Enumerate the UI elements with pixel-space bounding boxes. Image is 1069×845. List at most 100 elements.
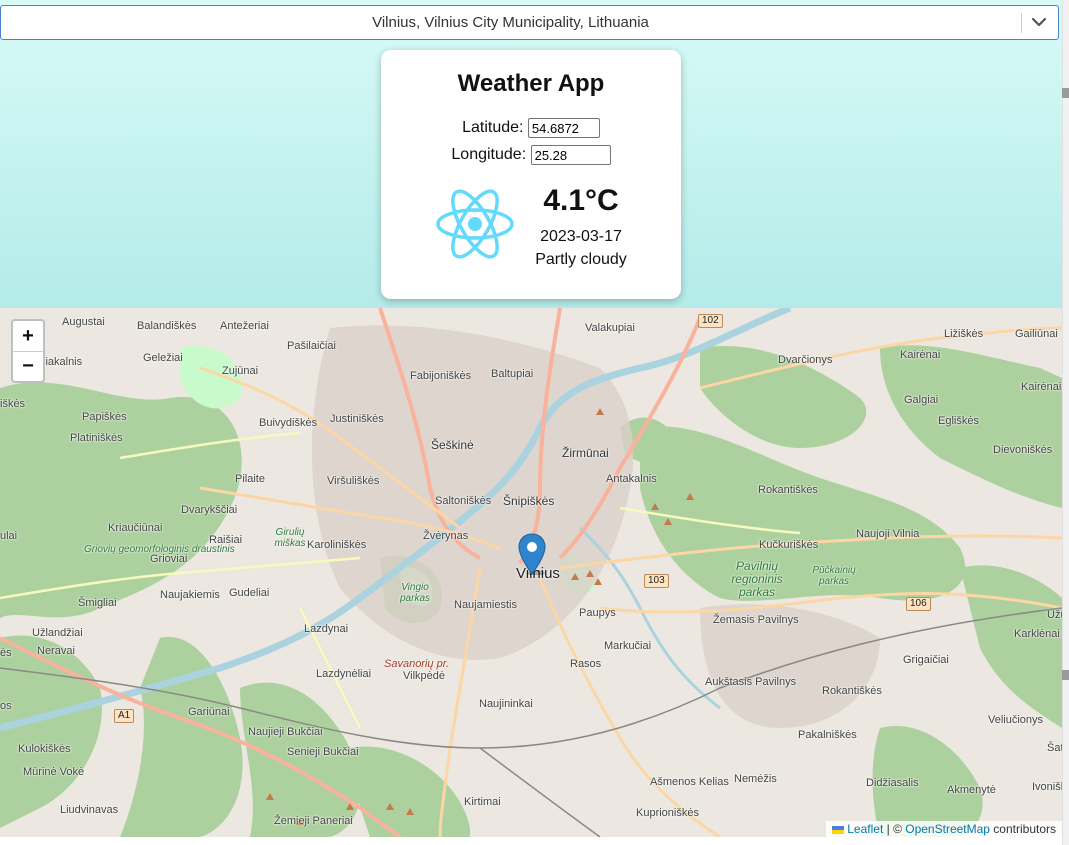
map-pin-icon[interactable] [518,533,546,575]
map-label: Viršuliškės [327,475,380,487]
map-label: iškės [0,398,26,410]
map-label: Rasos [570,658,602,670]
map-label: Kairėnai [1021,381,1062,393]
map-label: Vilkpėdė [403,670,445,682]
map-label: Geležiai [143,352,183,364]
longitude-label: Longitude: [451,146,527,164]
map-label: Antežeriai [220,320,269,332]
road-number: 102 [698,314,723,328]
road-number: 103 [644,574,669,588]
map-label: Lazdynėliai [316,668,372,680]
ukraine-flag-icon [832,825,845,834]
map-label: ės [0,647,12,659]
road-number: 106 [906,597,931,611]
map-label: Aukštasis Pavilnys [705,676,797,688]
map-label: Naujamiestis [454,599,517,611]
map-label: os [0,700,12,712]
park-label: Pavilnių regioninis parkas [731,559,783,599]
map-label: Galgiai [904,394,939,406]
park-label: Griovių geomorfologinis draustinis [84,544,235,555]
longitude-row: Longitude: [381,145,681,165]
map-label: Veliučionys [988,714,1044,726]
map-label: Pakalniškės [798,729,857,741]
map-label: Žemieji Paneriai [274,815,353,827]
map-label: Naujininkai [479,698,533,710]
attribution-suffix: contributors [989,822,1056,836]
map-label: Karklėnai [1014,628,1060,640]
map-label: Žvėrynas [423,530,469,542]
map-label: Žemasis Pavilnys [713,614,799,626]
map-label: Naujieji Bukčiai [248,726,323,738]
map-label: Dvarykščiai [181,504,238,516]
map-label: Žirmūnai [562,446,609,460]
map-label: Užlandžiai [32,627,83,639]
map-label: Paupys [579,607,616,619]
park-label: Vingio parkas [399,582,430,604]
map-label: Dievoniškės [993,444,1053,456]
map-label: Pašilaičiai [287,340,336,352]
latitude-row: Latitude: [381,118,681,138]
map-label: Akmenytė [947,784,996,796]
location-select[interactable]: Vilnius, Vilnius City Municipality, Lith… [0,5,1059,40]
map-label: Neravai [37,645,75,657]
scrollbar-track[interactable] [1062,0,1069,845]
road-number: A1 [114,709,135,723]
map-label: Šat [1047,742,1062,754]
temperature: 4.1°C [543,184,619,217]
map-label: Kuprioniškės [636,807,699,819]
map-label: Valakupiai [585,322,635,334]
map-label: Justiniškės [330,413,384,425]
map-label: Buivydiškės [259,417,318,429]
map-label: Nemėžis [734,773,777,785]
zoom-out-button[interactable]: − [13,351,43,381]
map-label: Kairėnai [900,349,941,361]
map-label: Fabijoniškės [410,370,472,382]
react-logo-icon [436,189,514,259]
leaflet-link[interactable]: Leaflet [847,822,883,836]
map-label: Kirtimai [464,796,501,808]
map-label: Ivoniškės [1032,781,1062,793]
street-label: Savanorių pr. [384,658,450,670]
park-label: Pūčkainių parkas [812,565,856,587]
scrollbar-marker [1062,88,1069,98]
map-label: Ližiškės [944,328,984,340]
map-label: Grigaičiai [903,654,949,666]
map-attribution: Leaflet | © OpenStreetMap contributors [826,821,1062,837]
map-label: Kučkuriškės [759,539,819,551]
map-label: Didžiasalis [866,777,919,789]
map[interactable]: Augustai Balandiškės Antežeriai Pašilaič… [0,308,1062,837]
zoom-in-button[interactable]: + [13,321,43,351]
map-label: Kriaučiūnai [108,522,163,534]
map-label: Kulokiškės [18,743,71,755]
map-label: Balandiškės [137,320,197,332]
map-label: Senieji Bukčiai [287,746,359,758]
map-label: Antakalnis [606,473,657,485]
map-label: Gudeliai [229,587,270,599]
zoom-control: + − [11,319,45,383]
map-label: Platiniškės [70,432,123,444]
map-label: Rokantiškės [822,685,882,697]
map-label: Pilaite [235,473,265,485]
map-label: Šnipiškės [503,494,555,508]
map-label: Lazdynai [304,623,349,635]
map-label: Markučiai [604,640,652,652]
longitude-input[interactable] [530,145,611,165]
map-label: Gailiūnai [1015,328,1058,340]
weather-card: Weather App Latitude: Longitude: 4.1°C 2… [381,50,681,299]
map-label: Gariūnai [188,706,230,718]
map-label: Augustai [62,316,105,328]
map-label: Mūrinė Vokė [23,766,85,778]
osm-link[interactable]: OpenStreetMap [905,822,990,836]
weather-date: 2023-03-17 [540,228,622,245]
map-label: Rokantiškės [758,484,818,496]
map-label: ulai [0,530,18,542]
map-label: Užų [1047,609,1062,621]
select-separator [1021,13,1022,33]
location-select-value: Vilnius, Vilnius City Municipality, Lith… [372,14,649,31]
chevron-down-icon[interactable] [1028,11,1050,33]
map-label: Naujoji Vilnia [856,528,920,540]
latitude-label: Latitude: [462,119,524,137]
latitude-input[interactable] [527,118,600,138]
map-label: Šmigliai [78,597,117,609]
app-title: Weather App [457,70,605,97]
